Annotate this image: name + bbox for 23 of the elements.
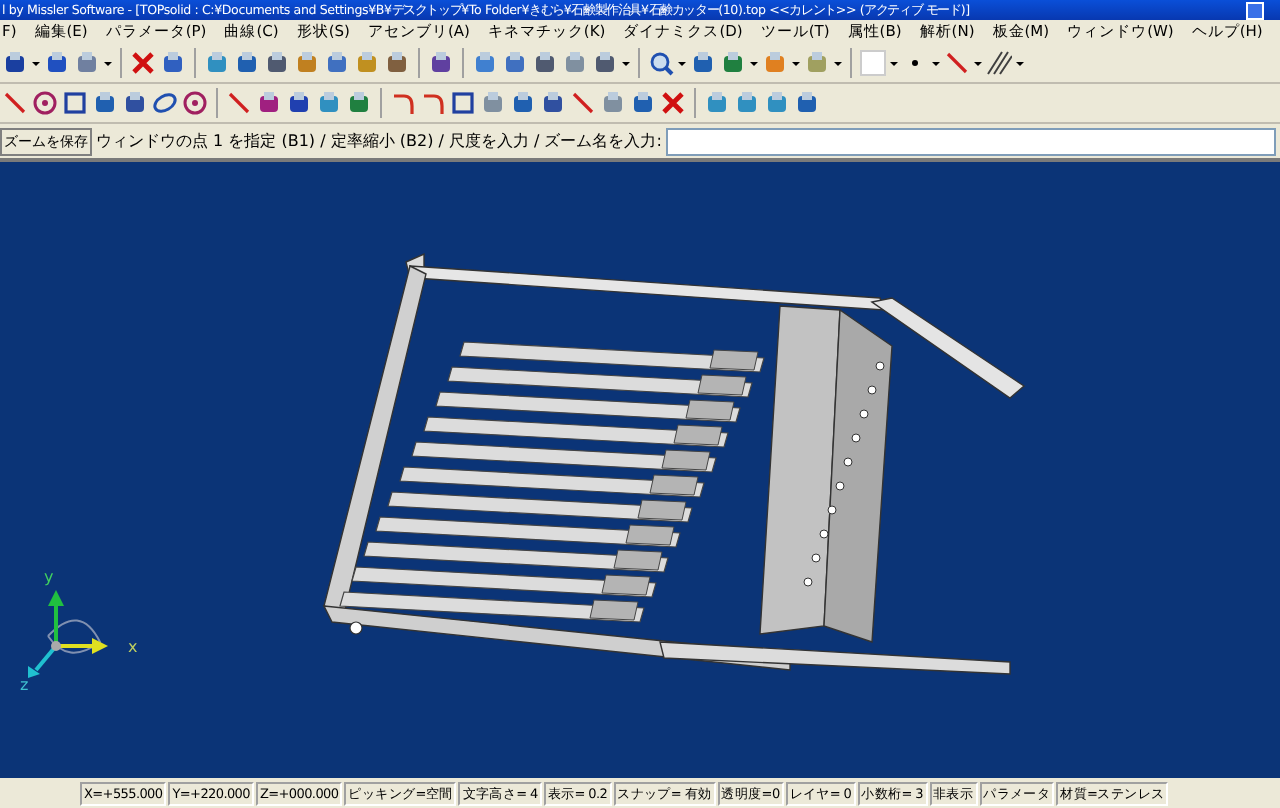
delete-icon[interactable] (660, 90, 686, 116)
line-icon[interactable] (226, 90, 252, 116)
command-input-field[interactable] (665, 127, 1276, 155)
line-icon[interactable] (2, 90, 28, 116)
line-icon[interactable] (944, 50, 970, 76)
line-icon[interactable] (570, 90, 596, 116)
hatch-icon[interactable] (986, 50, 1012, 76)
minimize-button[interactable] (1246, 2, 1264, 20)
axis-label: z (20, 676, 29, 694)
zoom-icon[interactable] (648, 50, 674, 76)
circle-icon[interactable] (182, 90, 208, 116)
square-icon[interactable] (62, 90, 88, 116)
ellipse-icon[interactable] (152, 90, 178, 116)
delete-icon[interactable] (130, 50, 156, 76)
fill-swatch-icon[interactable] (860, 50, 886, 76)
axis-label: x (128, 638, 138, 656)
axis-label: y (44, 568, 54, 586)
arc-icon[interactable] (390, 90, 416, 116)
circle-icon[interactable] (32, 90, 58, 116)
axis-triad-drawing (28, 590, 108, 678)
arc-icon[interactable] (420, 90, 446, 116)
square-icon[interactable] (450, 90, 476, 116)
command-prompt: ウィンドウの点 1 を指定 (B1) / 定率縮小 (B2) / 尺度を入力 / ズーム名を入力: (96, 130, 662, 152)
